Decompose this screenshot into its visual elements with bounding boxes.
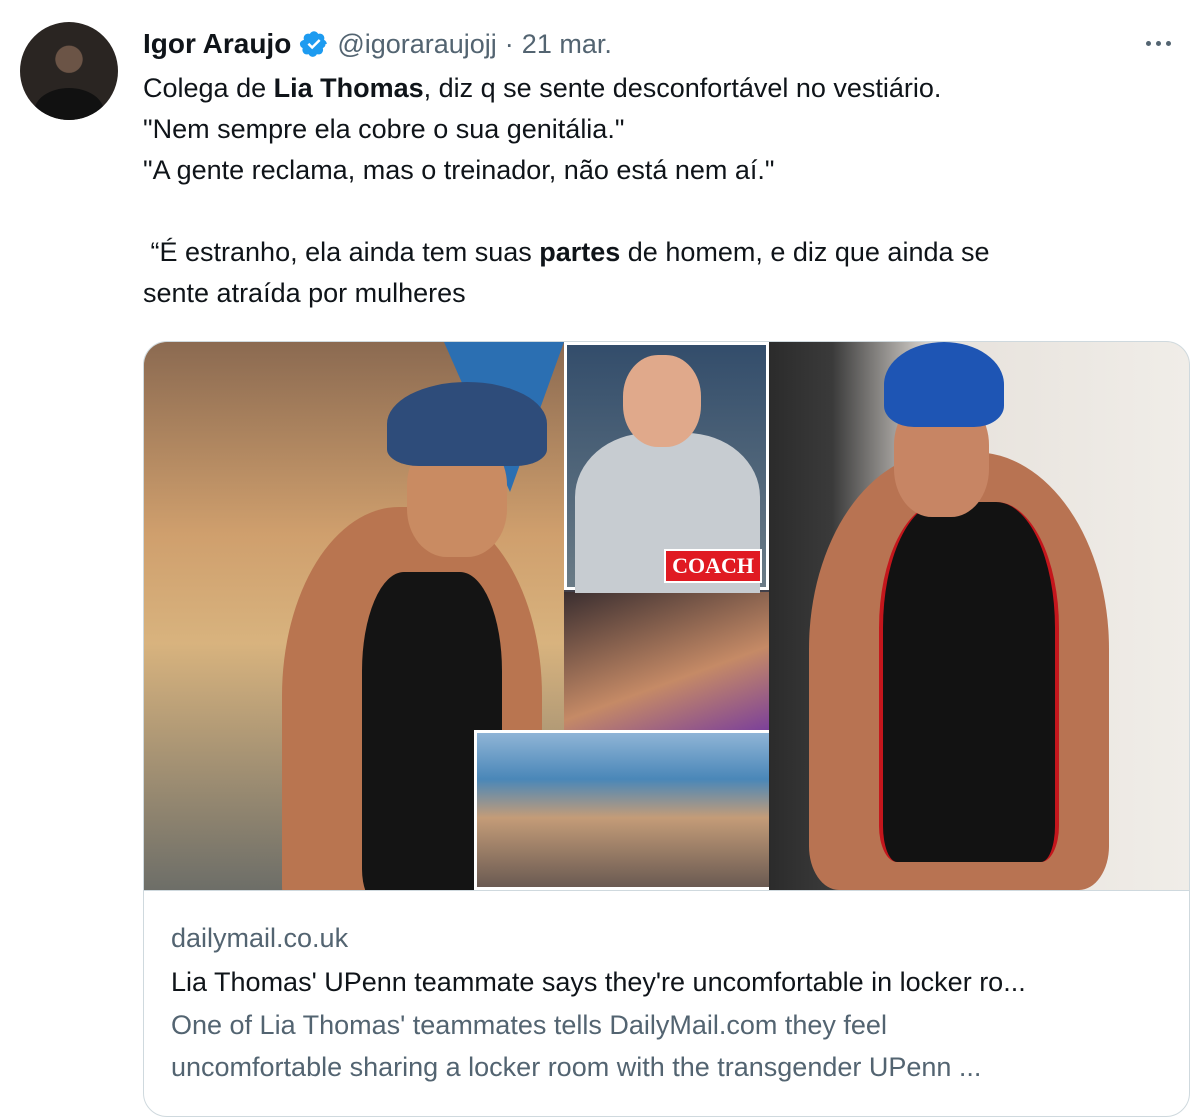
swimmer-figure-right xyxy=(799,342,1119,890)
author-handle[interactable]: @igoraraujojj xyxy=(337,29,496,60)
verified-badge-icon xyxy=(300,31,328,57)
more-options-icon[interactable] xyxy=(1138,28,1178,58)
tweet-text-line: "A gente reclama, mas o treinador, não e… xyxy=(143,155,775,185)
photo-team-beach xyxy=(474,730,792,890)
tweet-text-line: sente atraída por mulheres xyxy=(143,278,466,308)
photo-coach: COACH xyxy=(564,342,769,593)
card-image[interactable]: COACH xyxy=(144,342,1189,890)
separator-dot: · xyxy=(504,28,514,59)
link-card[interactable]: COACH dailymail.co.uk Lia Thomas' UPenn … xyxy=(143,341,1190,1117)
tweet-header: Igor Araujo @igoraraujojj · 21 mar. xyxy=(143,26,612,62)
tweet-text: Colega de Lia Thomas, diz q se sente des… xyxy=(143,68,1163,314)
tweet-text-line: "Nem sempre ela cobre o sua genitália." xyxy=(143,114,625,144)
swimmer-figure-left xyxy=(222,382,547,890)
author-name[interactable]: Igor Araujo xyxy=(143,28,291,60)
tweet-date[interactable]: 21 mar. xyxy=(522,29,612,60)
tweet-text-line: Colega de Lia Thomas, diz q se sente des… xyxy=(143,73,942,103)
card-domain: dailymail.co.uk xyxy=(171,923,349,953)
tweet-text-line: “É estranho, ela ainda tem suas partes d… xyxy=(143,237,990,267)
card-description-line: uncomfortable sharing a locker room with… xyxy=(171,1052,982,1082)
mention-bold: Lia Thomas xyxy=(273,73,424,103)
avatar[interactable] xyxy=(20,22,118,120)
emphasis-bold: partes xyxy=(539,237,621,267)
card-title[interactable]: Lia Thomas' UPenn teammate says they're … xyxy=(171,960,1162,1004)
card-description-line: One of Lia Thomas' teammates tells Daily… xyxy=(171,1010,887,1040)
tweet[interactable]: Igor Araujo @igoraraujojj · 21 mar. Cole… xyxy=(0,0,1200,1119)
coach-label: COACH xyxy=(664,549,762,583)
photo-legs xyxy=(564,592,769,732)
card-info[interactable]: dailymail.co.uk Lia Thomas' UPenn teamma… xyxy=(144,890,1189,1116)
